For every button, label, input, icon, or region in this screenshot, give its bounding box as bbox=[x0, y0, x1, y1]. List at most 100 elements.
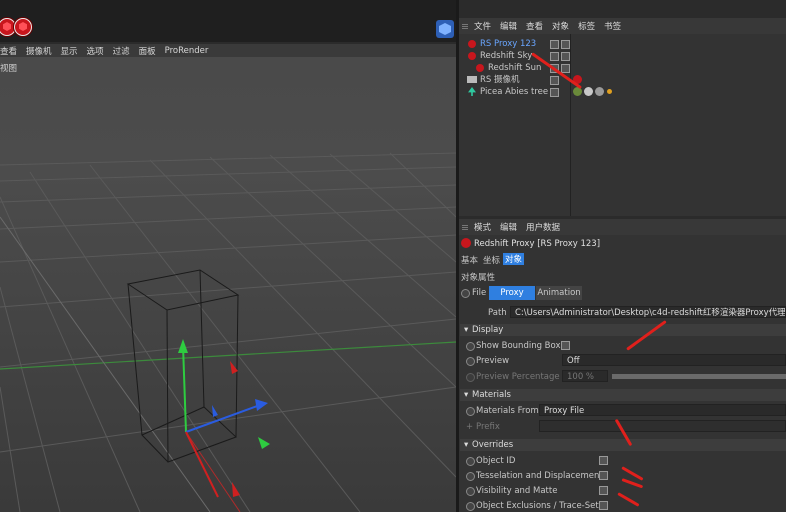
redshift-object-icon bbox=[476, 64, 484, 72]
object-row-redshift-sun[interactable]: Redshift Sun bbox=[462, 62, 786, 74]
section-title: Overrides bbox=[472, 440, 514, 450]
redshift-object-icon bbox=[468, 52, 476, 60]
subtab-proxy[interactable]: Proxy bbox=[489, 286, 535, 300]
override-exclusions-checkbox[interactable] bbox=[599, 501, 608, 510]
radio-icon[interactable] bbox=[466, 457, 475, 466]
menu-prorender[interactable]: ProRender bbox=[165, 46, 209, 56]
section-materials[interactable]: ▾ Materials bbox=[460, 389, 786, 401]
radio-icon[interactable] bbox=[466, 472, 475, 481]
menu-filter[interactable]: 过滤 bbox=[113, 45, 130, 57]
override-visibility-label: Visibility and Matte bbox=[476, 486, 558, 496]
prefix-field[interactable] bbox=[539, 420, 786, 432]
file-label: File bbox=[472, 288, 487, 298]
object-name: RS Proxy 123 bbox=[480, 39, 537, 49]
enabled-check-icon[interactable] bbox=[561, 64, 570, 73]
preview-percentage-slider[interactable] bbox=[612, 374, 786, 379]
collapse-icon: ▾ bbox=[464, 325, 469, 335]
3d-viewport[interactable] bbox=[0, 57, 456, 512]
radio-icon[interactable] bbox=[466, 487, 475, 496]
object-row-picea-tree[interactable]: Picea Abies tree bbox=[462, 86, 786, 98]
collapse-icon: ▾ bbox=[464, 390, 469, 400]
object-name: Redshift Sun bbox=[488, 63, 542, 73]
menu-options[interactable]: 选项 bbox=[87, 45, 104, 57]
radio-icon[interactable] bbox=[466, 357, 475, 366]
tree-icon bbox=[468, 87, 476, 96]
material-tag-icon[interactable] bbox=[607, 89, 612, 94]
menu-bookmarks[interactable]: 书签 bbox=[604, 20, 621, 32]
subtab-animation[interactable]: Animation bbox=[536, 286, 582, 300]
pin-icon: + bbox=[466, 422, 474, 432]
override-tesselation-label: Tesselation and Displacement bbox=[476, 471, 603, 481]
attribute-manager-menu: 模式 编辑 用户数据 bbox=[459, 219, 786, 235]
render-view-button-icon[interactable] bbox=[14, 18, 32, 36]
tab-basic[interactable]: 基本 bbox=[461, 254, 478, 266]
materials-from-dropdown[interactable]: Proxy File bbox=[539, 404, 786, 416]
section-title: Display bbox=[472, 325, 504, 335]
preview-percentage-field[interactable]: 100 % bbox=[562, 370, 608, 382]
object-name: RS 摄像机 bbox=[480, 75, 520, 85]
material-tag-icon[interactable] bbox=[584, 87, 593, 96]
menu-user-data[interactable]: 用户数据 bbox=[526, 221, 560, 233]
menu-display[interactable]: 显示 bbox=[61, 45, 78, 57]
viewport-menu: 查看 摄像机 显示 选项 过滤 面板 ProRender bbox=[0, 44, 456, 57]
visibility-icon[interactable] bbox=[550, 52, 559, 61]
visibility-icon[interactable] bbox=[550, 76, 559, 85]
visibility-icon[interactable] bbox=[550, 88, 559, 97]
menu-panel[interactable]: 面板 bbox=[139, 45, 156, 57]
redshift-proxy-icon bbox=[461, 238, 471, 248]
object-row-redshift-sky[interactable]: Redshift Sky bbox=[462, 50, 786, 62]
radio-icon[interactable] bbox=[466, 407, 475, 416]
menu-object[interactable]: 对象 bbox=[552, 20, 569, 32]
path-field[interactable]: C:\Users\Administrator\Desktop\c4d-redsh… bbox=[510, 306, 786, 318]
object-row-rs-proxy[interactable]: Redshift Proxy [RS Proxy 123] RS Proxy 1… bbox=[462, 38, 786, 50]
file-radio[interactable] bbox=[461, 289, 470, 298]
prefix-label: Prefix bbox=[476, 422, 500, 432]
override-object-id-label: Object ID bbox=[476, 456, 516, 466]
grip-icon[interactable] bbox=[462, 23, 468, 29]
enabled-check-icon[interactable] bbox=[561, 40, 570, 49]
menu-view[interactable]: 查看 bbox=[0, 45, 17, 57]
preview-dropdown[interactable]: Off bbox=[562, 354, 786, 366]
tab-coordinates[interactable]: 坐标 bbox=[483, 254, 500, 266]
collapse-icon: ▾ bbox=[464, 440, 469, 450]
section-display[interactable]: ▾ Display bbox=[460, 324, 786, 336]
object-manager-menu: 文件 编辑 查看 对象 标签 书签 bbox=[459, 18, 786, 34]
menu-file[interactable]: 文件 bbox=[474, 20, 491, 32]
camera-icon bbox=[467, 76, 477, 83]
show-bbox-checkbox[interactable] bbox=[561, 341, 570, 350]
object-name: Redshift Sky bbox=[480, 51, 533, 61]
menu-edit[interactable]: 编辑 bbox=[500, 221, 517, 233]
override-object-id-checkbox[interactable] bbox=[599, 456, 608, 465]
viewport-toolbar bbox=[0, 0, 456, 42]
radio-icon[interactable] bbox=[466, 502, 475, 511]
show-bbox-label: Show Bounding Box bbox=[476, 341, 561, 351]
group-label: 对象属性 bbox=[461, 273, 496, 283]
tab-object[interactable]: 对象 bbox=[503, 253, 525, 265]
visibility-icon[interactable] bbox=[550, 40, 559, 49]
cube-object-icon[interactable] bbox=[436, 20, 454, 38]
override-exclusions-label: Object Exclusions / Trace-Sets bbox=[476, 501, 604, 511]
object-name: Picea Abies tree bbox=[480, 87, 549, 97]
grip-icon[interactable] bbox=[462, 224, 468, 230]
radio-icon[interactable] bbox=[466, 373, 475, 382]
attribute-title: Redshift Proxy [RS Proxy 123] bbox=[474, 239, 601, 249]
menu-edit[interactable]: 编辑 bbox=[500, 20, 517, 32]
materials-from-label: Materials From bbox=[476, 406, 539, 416]
menu-mode[interactable]: 模式 bbox=[474, 221, 491, 233]
override-tesselation-checkbox[interactable] bbox=[599, 471, 608, 480]
material-tag-icon[interactable] bbox=[595, 87, 604, 96]
menu-view[interactable]: 查看 bbox=[526, 20, 543, 32]
object-row-rs-camera[interactable]: RS 摄像机 bbox=[462, 74, 786, 86]
preview-label: Preview bbox=[476, 356, 510, 366]
redshift-object-icon bbox=[468, 40, 476, 48]
section-overrides[interactable]: ▾ Overrides bbox=[460, 439, 786, 451]
menu-camera[interactable]: 摄像机 bbox=[26, 45, 52, 57]
radio-icon[interactable] bbox=[466, 342, 475, 351]
viewport-label: 视图 bbox=[0, 64, 18, 74]
enabled-check-icon[interactable] bbox=[561, 52, 570, 61]
preview-percentage-label: Preview Percentage bbox=[476, 372, 560, 382]
menu-tags[interactable]: 标签 bbox=[578, 20, 595, 32]
override-visibility-checkbox[interactable] bbox=[599, 486, 608, 495]
path-label: Path bbox=[488, 308, 507, 318]
section-title: Materials bbox=[472, 390, 511, 400]
